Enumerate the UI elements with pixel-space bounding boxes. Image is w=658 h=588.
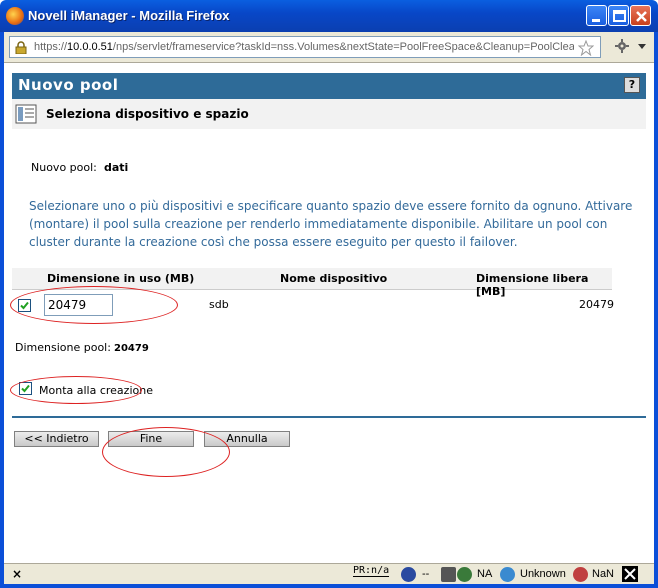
gear-icon[interactable] (614, 39, 630, 53)
device-table-header: Dimensione in uso (MB) Nome dispositivo … (12, 268, 612, 298)
url-field[interactable]: https://10.0.0.51/nps/servlet/frameservi… (9, 36, 601, 58)
task-step-icon (15, 104, 37, 124)
page-icon[interactable] (441, 567, 456, 582)
window-title: Novell iManager - Mozilla Firefox (28, 8, 230, 23)
address-bar: https://10.0.0.51/nps/servlet/frameservi… (4, 32, 654, 63)
globe-icon[interactable] (500, 567, 515, 582)
status-unknown: Unknown (520, 568, 566, 580)
window-border-right (654, 32, 658, 588)
close-icon[interactable]: × (12, 567, 22, 581)
column-header-device-name: Nome dispositivo (280, 272, 388, 285)
finish-button[interactable]: Fine (108, 431, 194, 447)
status-dash: -- (422, 568, 430, 580)
shield-icon[interactable] (457, 567, 472, 582)
gear-status-icon[interactable] (573, 567, 588, 582)
step-title: Seleziona dispositivo e spazio (46, 107, 249, 121)
size-in-use-input[interactable] (44, 294, 113, 316)
free-size-cell: 20479 (579, 298, 614, 311)
step-header: Seleziona dispositivo e spazio (12, 99, 646, 129)
back-button[interactable]: << Indietro (14, 431, 99, 447)
alexa-icon[interactable] (401, 567, 416, 582)
status-bar: × PR:n/a -- NA Unknown NaN (4, 563, 654, 584)
minimize-button[interactable] (586, 5, 607, 26)
mount-on-create-label[interactable]: Monta alla creazione (39, 384, 153, 397)
window-title-bar: Novell iManager - Mozilla Firefox (0, 0, 658, 32)
pool-size-label: Dimensione pool: (15, 341, 111, 354)
pool-name-label: Nuovo pool: (31, 161, 97, 174)
firefox-icon (6, 7, 24, 25)
status-nan: NaN (592, 568, 615, 580)
column-header-free-size: Dimensione libera [MB] (476, 272, 589, 298)
instructions-text: Selezionare uno o più dispositivi e spec… (29, 199, 633, 249)
lock-icon (15, 41, 27, 54)
window-border-bottom (0, 584, 658, 588)
cancel-button[interactable]: Annulla (204, 431, 290, 447)
page-title: Nuovo pool (18, 76, 119, 94)
page-header: Nuovo pool ? (12, 73, 646, 99)
bookmark-star-icon[interactable] (578, 40, 594, 56)
url-text: https://10.0.0.51/nps/servlet/frameservi… (34, 41, 574, 53)
resize-grip-icon[interactable] (622, 566, 638, 582)
device-select-checkbox[interactable] (18, 299, 31, 312)
chevron-down-icon[interactable] (638, 44, 646, 49)
pool-name-value: dati (104, 161, 129, 174)
maximize-button[interactable] (608, 5, 629, 26)
page-content: Nuovo pool ? Seleziona dispositivo e spa… (4, 63, 654, 563)
help-icon[interactable]: ? (624, 77, 640, 93)
column-header-size-in-use: Dimensione in uso (MB) (47, 272, 195, 285)
section-divider (12, 416, 646, 418)
mount-on-create-checkbox[interactable] (19, 382, 32, 395)
device-name-cell: sdb (209, 298, 229, 311)
pagerank-indicator[interactable]: PR:n/a (353, 565, 390, 577)
close-window-button[interactable] (630, 5, 651, 26)
status-na: NA (477, 568, 493, 580)
pool-size-value: 20479 (114, 343, 149, 354)
